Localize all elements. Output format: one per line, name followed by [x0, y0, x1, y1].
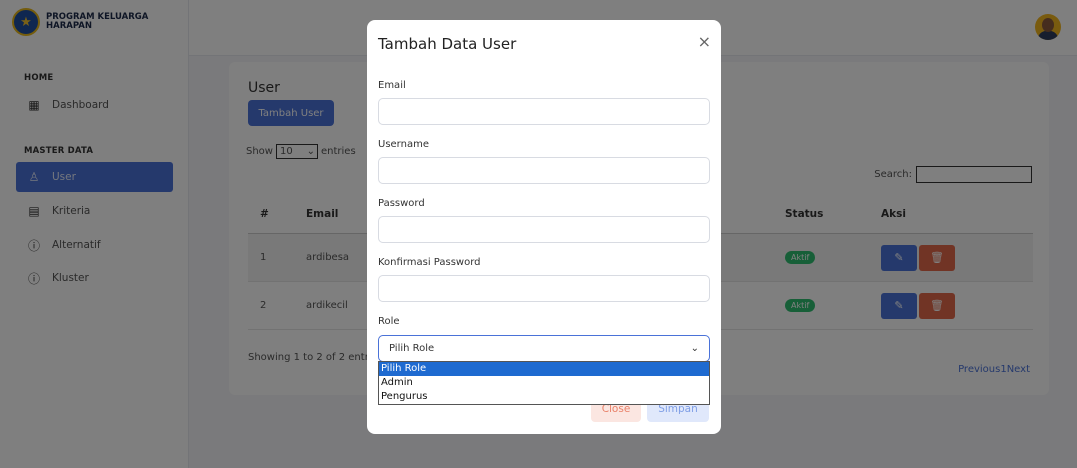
email-label: Email: [378, 80, 406, 91]
role-option[interactable]: Admin: [379, 376, 709, 390]
password-field[interactable]: [378, 216, 710, 243]
confirm-password-field[interactable]: [378, 275, 710, 302]
role-option[interactable]: Pilih Role: [379, 362, 709, 376]
role-value: Pilih Role: [389, 343, 435, 354]
modal-title: Tambah Data User: [378, 35, 517, 53]
close-icon[interactable]: ×: [698, 32, 711, 51]
role-dropdown: Pilih Role Admin Pengurus: [378, 361, 710, 405]
chevron-down-icon: ⌄: [690, 343, 699, 354]
confirm-password-label: Konfirmasi Password: [378, 257, 481, 268]
role-option[interactable]: Pengurus: [379, 390, 709, 404]
password-label: Password: [378, 198, 425, 209]
role-label: Role: [378, 316, 400, 327]
username-label: Username: [378, 139, 429, 150]
email-field[interactable]: [378, 98, 710, 125]
username-field[interactable]: [378, 157, 710, 184]
role-select[interactable]: Pilih Role ⌄: [378, 335, 710, 362]
